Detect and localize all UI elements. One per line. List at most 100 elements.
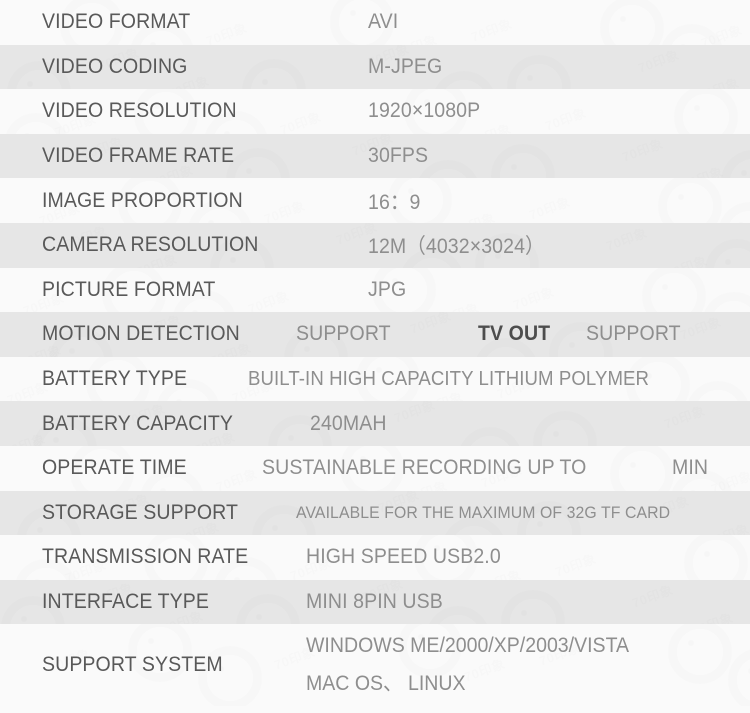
watermark-ring-icon	[501, 590, 565, 625]
watermark-ring-icon	[658, 178, 722, 223]
watermark-ring-icon	[660, 24, 724, 45]
watermark-text: 70印象	[663, 250, 709, 267]
watermark-text: 70印象	[393, 29, 439, 44]
watermark-ring-icon	[686, 381, 750, 402]
watermark-text: 70印象	[213, 463, 259, 490]
watermark-text: 70印象	[603, 223, 649, 255]
spec-value: SUPPORT	[296, 322, 391, 346]
watermark-text: 70印象	[245, 285, 291, 312]
watermark-text: 70印象	[635, 45, 681, 77]
watermark-text: 70印象	[689, 607, 735, 624]
table-row: 70印象70印象70印象70印象 SUPPORT SYSTEM WINDOWS …	[0, 624, 750, 707]
watermark-ring-icon	[610, 446, 674, 491]
spec-label: IMAGE PROPORTION	[42, 188, 243, 212]
watermark-text: 70印象	[677, 312, 723, 344]
watermark-text: 70印象	[705, 518, 750, 535]
spec-label: CAMERA RESOLUTION	[42, 233, 259, 257]
watermark-ring-icon	[533, 411, 597, 446]
watermark-text: 70印象	[708, 465, 750, 490]
watermark-text: 70印象	[679, 161, 725, 178]
spec-value: AVI	[368, 10, 399, 34]
spec-value: BUILT-IN HIGH CAPACITY LITHIUM POLYMER	[248, 367, 650, 390]
table-row: 70印象70印象70印象70印象 TRANSMISSION RATE HIGH …	[0, 535, 750, 580]
table-row: 70印象70印象70印象70印象70印象 VIDEO FRAME RATE 30…	[0, 133, 750, 179]
table-row: 70印象 70印象 70印象 70印象 VIDEO FORMAT AVI	[0, 0, 750, 45]
spec-value: SUSTAINABLE RECORDING UP TO	[262, 456, 587, 480]
watermark-ring-icon	[705, 239, 750, 268]
watermark-ring-icon	[668, 624, 732, 684]
watermark-ring-icon	[721, 150, 750, 179]
spec-value: JPG	[368, 277, 407, 301]
spec-value: 16：9	[368, 190, 421, 214]
spec-value: AVAILABLE FOR THE MAXIMUM OF 32G TF CARD	[296, 502, 671, 522]
spec-value-unit: MIN	[672, 456, 709, 480]
spec-label: PICTURE FORMAT	[42, 277, 216, 301]
table-row: 70印象70印象70印象70印象 IMAGE PROPORTION 16：9	[0, 178, 750, 223]
watermark-text: 70印象	[391, 401, 437, 427]
spec-label: MOTION DETECTION	[42, 322, 240, 346]
watermark-text: 70印象	[698, 19, 744, 44]
spec-value: 12M（4032×3024）	[368, 235, 545, 259]
table-row: 70印象70印象70印象70印象70印象 CAMERA RESOLUTION 1…	[0, 222, 750, 268]
table-row: 70印象70印象70印象70印象70印象 MOTION DETECTION SU…	[0, 312, 750, 357]
watermark-ring-icon	[702, 292, 750, 313]
watermark-ring-icon	[491, 144, 555, 179]
watermark-text: 70印象	[619, 134, 665, 166]
watermark-text: 70印象	[629, 580, 675, 612]
table-row: 70印象70印象70印象70印象 BATTERY TYPE BUILT-IN H…	[0, 356, 750, 402]
watermark-text: 70印象	[695, 72, 741, 89]
spec-value: HIGH SPEED USB2.0	[306, 545, 501, 569]
watermark-text: 70印象	[526, 192, 572, 223]
watermark-text: 70印象	[277, 106, 323, 133]
spec-label: BATTERY CAPACITY	[42, 411, 234, 435]
spec-label: VIDEO FRAME RATE	[42, 144, 235, 168]
watermark-ring-icon	[718, 202, 750, 223]
watermark-ring-icon	[242, 59, 306, 90]
spec-value-secondary: SUPPORT	[586, 322, 681, 346]
spec-value: M-JPEG	[368, 54, 443, 78]
watermark-ring-icon	[674, 89, 738, 134]
table-row: 70印象70印象70印象70印象 VIDEO RESOLUTION 1920×1…	[0, 89, 750, 134]
spec-value: 240MAH	[310, 411, 387, 435]
spec-label: OPERATE TIME	[42, 456, 187, 480]
spec-value-line1: WINDOWS ME/2000/XP/2003/VISTA	[306, 634, 630, 658]
table-row: 70印象70印象70印象70印象 PICTURE FORMAT JPG	[0, 267, 750, 313]
watermark-text: 70印象	[261, 196, 307, 223]
table-row: 70印象70印象70印象70印象70印象 VIDEO CODING M-JPEG	[0, 44, 750, 90]
watermark-text: 70印象	[435, 297, 481, 312]
spec-label: INTERFACE TYPE	[42, 590, 209, 614]
watermark-ring-icon	[458, 427, 522, 446]
spec-value: MINI 8PIN USB	[306, 590, 443, 614]
spec-value-line2: MAC OS、 LINUX	[306, 672, 466, 696]
table-row: 70印象70印象70印象70印象70印象 BATTERY CAPACITY 24…	[0, 401, 750, 446]
spec-value: 30FPS	[368, 144, 429, 168]
watermark-ring-icon	[600, 0, 664, 45]
watermark-text: 70印象	[203, 17, 249, 44]
table-row: 70印象70印象70印象70印象70印象 INTERFACE TYPE MINI…	[0, 579, 750, 625]
watermark-ring-icon	[507, 55, 571, 90]
watermark-text: 70印象	[542, 102, 588, 133]
watermark-text: 70印象	[407, 312, 453, 338]
watermark-text: 70印象	[661, 401, 707, 433]
watermark-text: 70印象	[468, 13, 514, 44]
watermark-text: 70印象	[552, 548, 598, 579]
spec-label: BATTERY TYPE	[42, 367, 188, 391]
spec-label-secondary: TV OUT	[478, 322, 551, 346]
watermark-ring-icon	[226, 148, 290, 179]
watermark-ring-icon	[684, 535, 748, 580]
spec-label: VIDEO RESOLUTION	[42, 99, 237, 123]
table-row: 70印象70印象70印象70印象70印象 STORAGE SUPPORT AVA…	[0, 490, 750, 536]
spec-label: TRANSMISSION RATE	[42, 545, 249, 569]
watermark-text: 70印象	[1, 429, 47, 446]
watermark-ring-icon	[236, 594, 300, 625]
spec-value: 1920×1080P	[368, 99, 481, 123]
spec-label: VIDEO CODING	[42, 54, 188, 78]
watermark-text: 70印象	[510, 281, 556, 312]
spec-value-multiline: WINDOWS ME/2000/XP/2003/VISTA MAC OS、 LI…	[306, 627, 653, 703]
spec-label: SUPPORT SYSTEM	[42, 653, 223, 677]
watermark-ring-icon	[728, 648, 750, 706]
spec-label: STORAGE SUPPORT	[42, 500, 239, 524]
table-row: 70印象70印象70印象70印象 OPERATE TIME SUSTAINABL…	[0, 445, 750, 491]
spec-label: VIDEO FORMAT	[42, 10, 191, 34]
watermark-ring-icon	[642, 268, 706, 313]
